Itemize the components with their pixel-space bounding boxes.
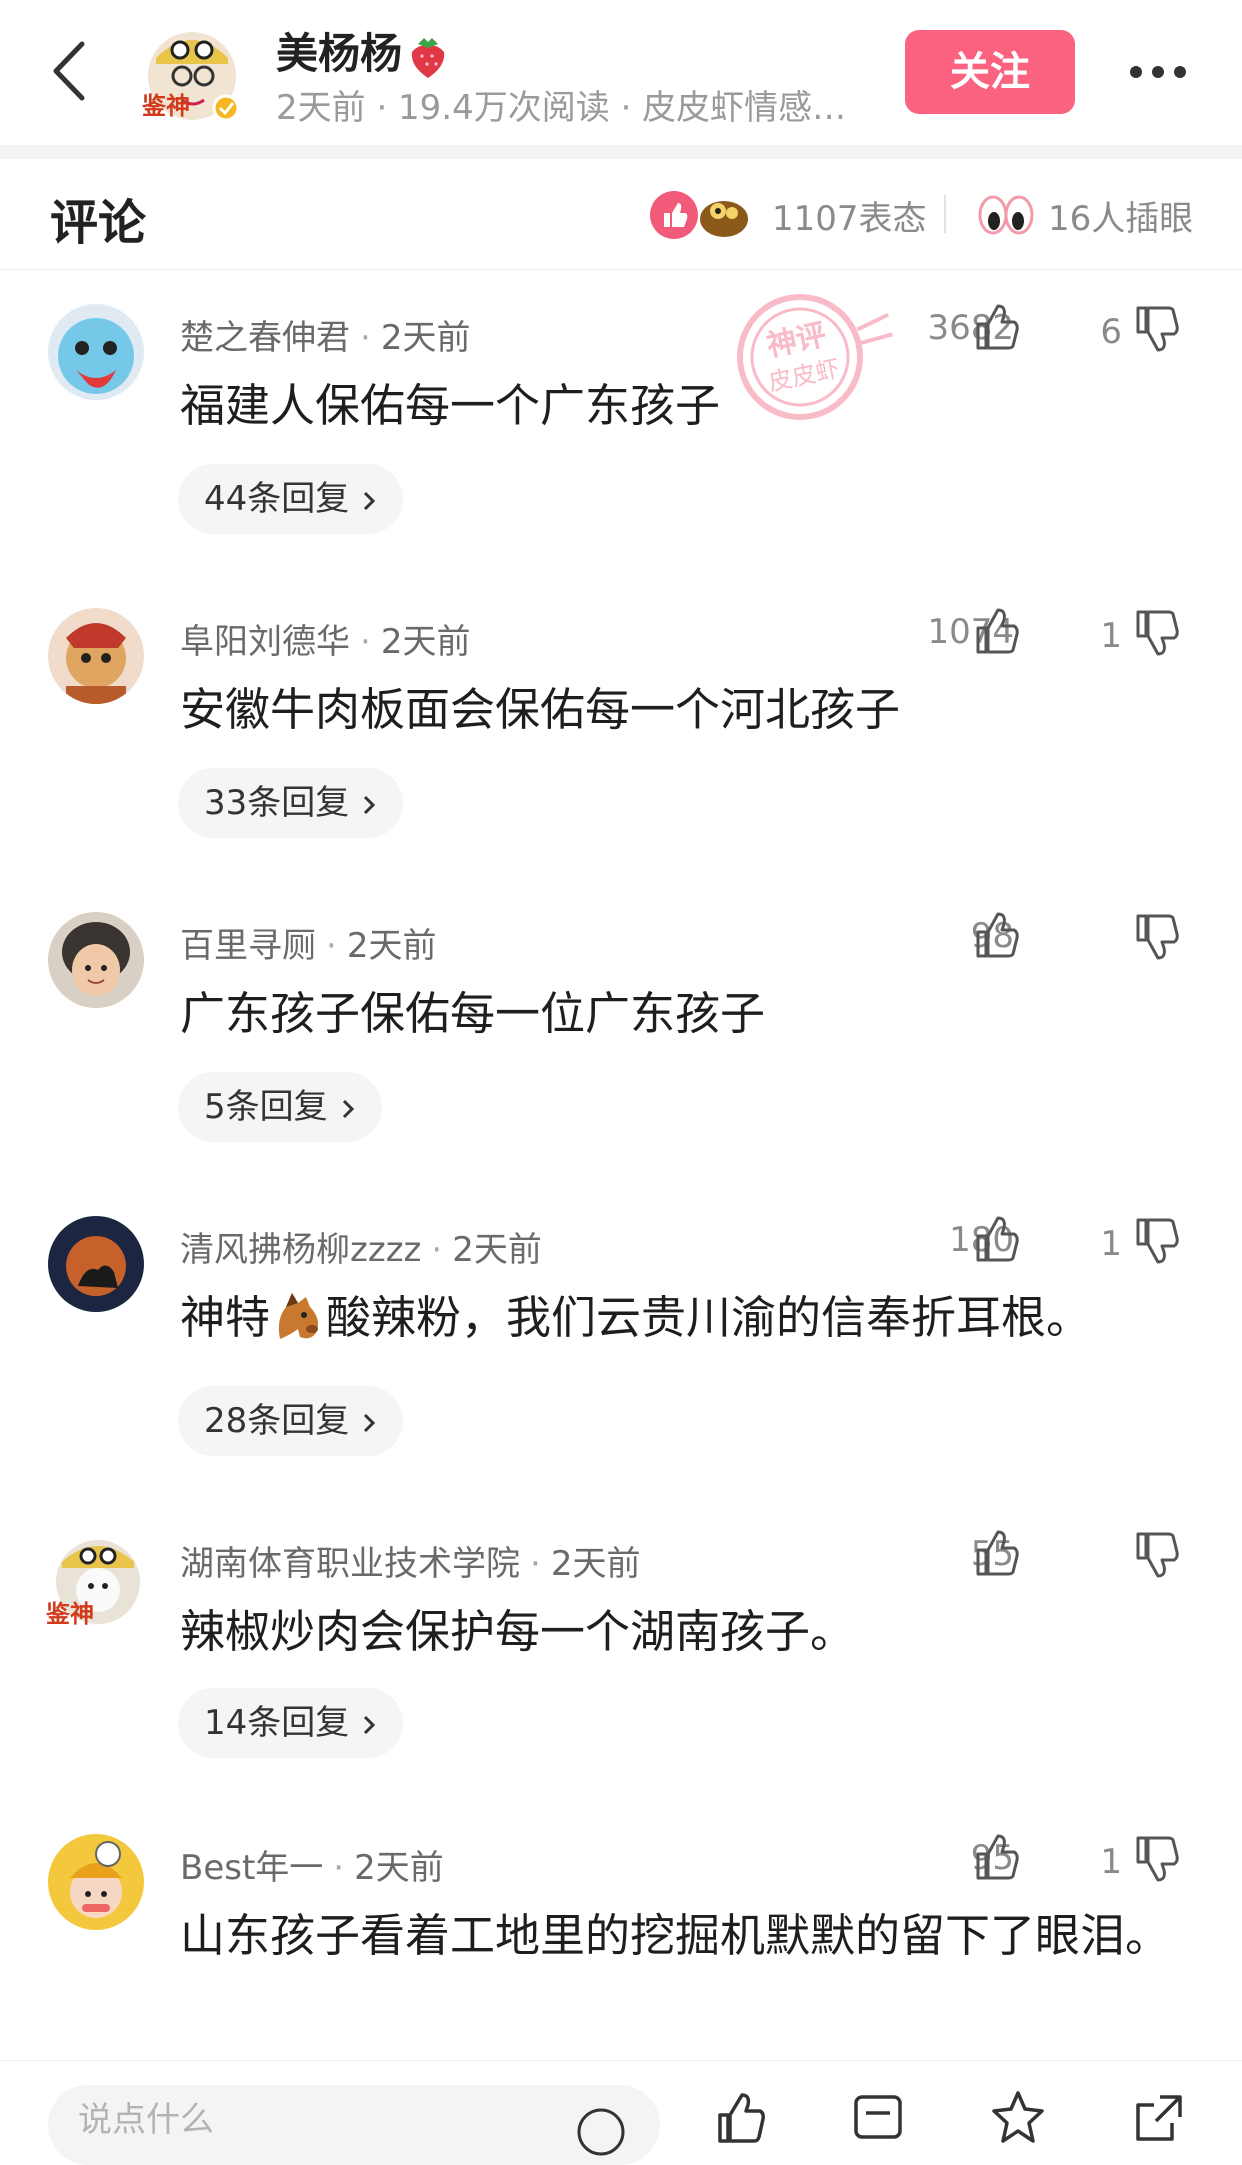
comment-section-title: 评论 <box>50 195 147 251</box>
view-replies-button[interactable]: 5条回复 <box>178 1072 382 1142</box>
comment-time: 2天前 <box>452 1230 542 1270</box>
user-avatar[interactable] <box>48 608 144 704</box>
user-avatar[interactable] <box>48 912 144 1008</box>
view-replies-button[interactable]: 44条回复 <box>178 464 404 534</box>
comment-user-line: 湖南体育职业技术学院 · 2天前 <box>180 1536 640 1585</box>
comment-username[interactable]: 阜阳刘德华 <box>180 622 350 662</box>
comment-text: 辣椒炒肉会保护每一个湖南孩子。 <box>180 1605 856 1658</box>
comment-section-bar: 评论 1107表态 16人插眼 <box>0 159 1242 270</box>
horse-emoji-icon <box>278 1293 319 1339</box>
reaction-icons[interactable] <box>648 189 754 239</box>
star-icon[interactable] <box>990 2089 1046 2145</box>
comment-username[interactable]: 清风拂杨柳zzzz <box>180 1230 421 1270</box>
comment-text-part2: 酸辣粉，我们云贵川渝的信奉折耳根。 <box>326 1291 1092 1344</box>
top-header: 鉴神 美杨杨 2天前 · 19.4万次阅读 · 皮皮虾情感… 关注 <box>0 0 1242 145</box>
thumbs-up-icon[interactable] <box>972 1214 1020 1264</box>
thumbs-down-icon[interactable] <box>1132 1216 1180 1266</box>
more-options-icon[interactable] <box>1128 62 1188 82</box>
chevron-right-icon <box>342 1099 354 1118</box>
thumbs-down-icon[interactable] <box>1132 304 1180 354</box>
thumbs-down-icon[interactable] <box>1132 1530 1180 1580</box>
comment-user-line: 清风拂杨柳zzzz · 2天前 <box>180 1222 542 1271</box>
reaction-count[interactable]: 1107表态 <box>772 191 927 240</box>
thumbs-up-icon[interactable] <box>972 302 1020 352</box>
section-divider <box>0 145 1242 159</box>
user-avatar[interactable] <box>48 304 144 400</box>
view-replies-button[interactable]: 14条回复 <box>178 1688 404 1758</box>
user-avatar[interactable]: 鉴神 <box>45 1530 144 1628</box>
comment-text: 山东孩子看着工地里的挖掘机默默的留下了眼泪。 <box>180 1909 1171 1962</box>
thumbs-down-icon[interactable] <box>1132 912 1180 962</box>
author-meta: 2天前 · 19.4万次阅读 · 皮皮虾情感… <box>276 88 847 128</box>
avatar-badge: 鉴神 <box>141 92 190 120</box>
comment-username[interactable]: Best年一 <box>180 1848 323 1888</box>
bar-divider <box>944 195 946 233</box>
comment-user-line: 楚之春伸君 · 2天前 <box>180 310 470 359</box>
user-avatar[interactable] <box>48 1834 144 1930</box>
comment-time: 2天前 <box>354 1848 444 1888</box>
replies-count: 33条回复 <box>204 783 350 823</box>
comment-text: 广东孩子保佑每一位广东孩子 <box>180 987 766 1040</box>
separator-dot: · <box>333 1848 345 1888</box>
author-name-text: 美杨杨 <box>276 29 403 78</box>
eyes-icon[interactable] <box>978 191 1034 237</box>
comment-time: 2天前 <box>346 926 437 966</box>
strawberry-icon <box>411 37 445 78</box>
comment-text: 安徽牛肉板面会保佑每一个河北孩子 <box>180 683 901 736</box>
chevron-right-icon <box>364 1413 376 1432</box>
chevron-right-icon <box>364 1715 376 1734</box>
comment-text: 神特 酸辣粉，我们云贵川渝的信奉折耳根。 <box>180 1286 1200 1350</box>
thumbs-up-icon[interactable] <box>972 1528 1020 1578</box>
dislike-count: 1 <box>1100 1842 1122 1882</box>
replies-count: 14条回复 <box>204 1703 350 1743</box>
thumbs-up-icon[interactable] <box>972 606 1020 656</box>
reply-input[interactable]: 说点什么 <box>48 2085 660 2165</box>
view-replies-button[interactable]: 28条回复 <box>178 1386 404 1456</box>
thumbs-up-icon[interactable] <box>972 1832 1020 1882</box>
comment-user-line: Best年一 · 2天前 <box>180 1840 444 1889</box>
comment-text-part1: 神特 <box>180 1291 271 1344</box>
thumbs-up-icon[interactable] <box>972 910 1020 960</box>
thumbs-down-icon[interactable] <box>1132 608 1180 658</box>
dislike-count: 6 <box>1100 312 1122 352</box>
comment-post-icon[interactable] <box>850 2089 906 2145</box>
replies-count: 44条回复 <box>204 479 350 519</box>
user-avatar[interactable] <box>48 1216 144 1312</box>
comment-username[interactable]: 湖南体育职业技术学院 <box>180 1544 520 1584</box>
separator-dot: · <box>360 622 371 662</box>
like-post-icon[interactable] <box>712 2089 768 2145</box>
avatar-badge: 鉴神 <box>45 1600 94 1628</box>
comment-user-line: 阜阳刘德华 · 2天前 <box>180 614 470 663</box>
follow-button[interactable]: 关注 <box>905 30 1075 114</box>
comment-username[interactable]: 楚之春伸君 <box>180 318 350 358</box>
separator-dot: · <box>431 1230 443 1270</box>
dislike-count: 1 <box>1100 616 1122 656</box>
view-replies-button[interactable]: 33条回复 <box>178 768 404 838</box>
dislike-count: 1 <box>1100 1224 1122 1264</box>
chevron-right-icon <box>364 491 376 510</box>
comment-time: 2天前 <box>550 1544 641 1584</box>
separator-dot: · <box>530 1544 541 1584</box>
watch-count[interactable]: 16人插眼 <box>1048 191 1193 240</box>
comment-time: 2天前 <box>380 622 471 662</box>
bottom-action-bar: 说点什么 <box>0 2060 1242 2165</box>
author-avatar[interactable]: 鉴神 <box>138 20 242 124</box>
thumbs-down-icon[interactable] <box>1132 1834 1180 1884</box>
replies-count: 28条回复 <box>204 1401 350 1441</box>
back-arrow-icon[interactable] <box>44 38 104 104</box>
emoji-icon[interactable] <box>576 2107 626 2157</box>
separator-dot: · <box>326 926 337 966</box>
comment-time: 2天前 <box>380 318 471 358</box>
replies-count: 5条回复 <box>204 1087 328 1127</box>
comment-user-line: 百里寻厕 · 2天前 <box>180 918 436 967</box>
share-icon[interactable] <box>1130 2089 1186 2145</box>
author-name[interactable]: 美杨杨 <box>276 20 448 81</box>
comment-username[interactable]: 百里寻厕 <box>180 926 316 966</box>
separator-dot: · <box>360 318 371 358</box>
chevron-right-icon <box>364 795 376 814</box>
comment-text: 福建人保佑每一个广东孩子 <box>180 379 721 432</box>
